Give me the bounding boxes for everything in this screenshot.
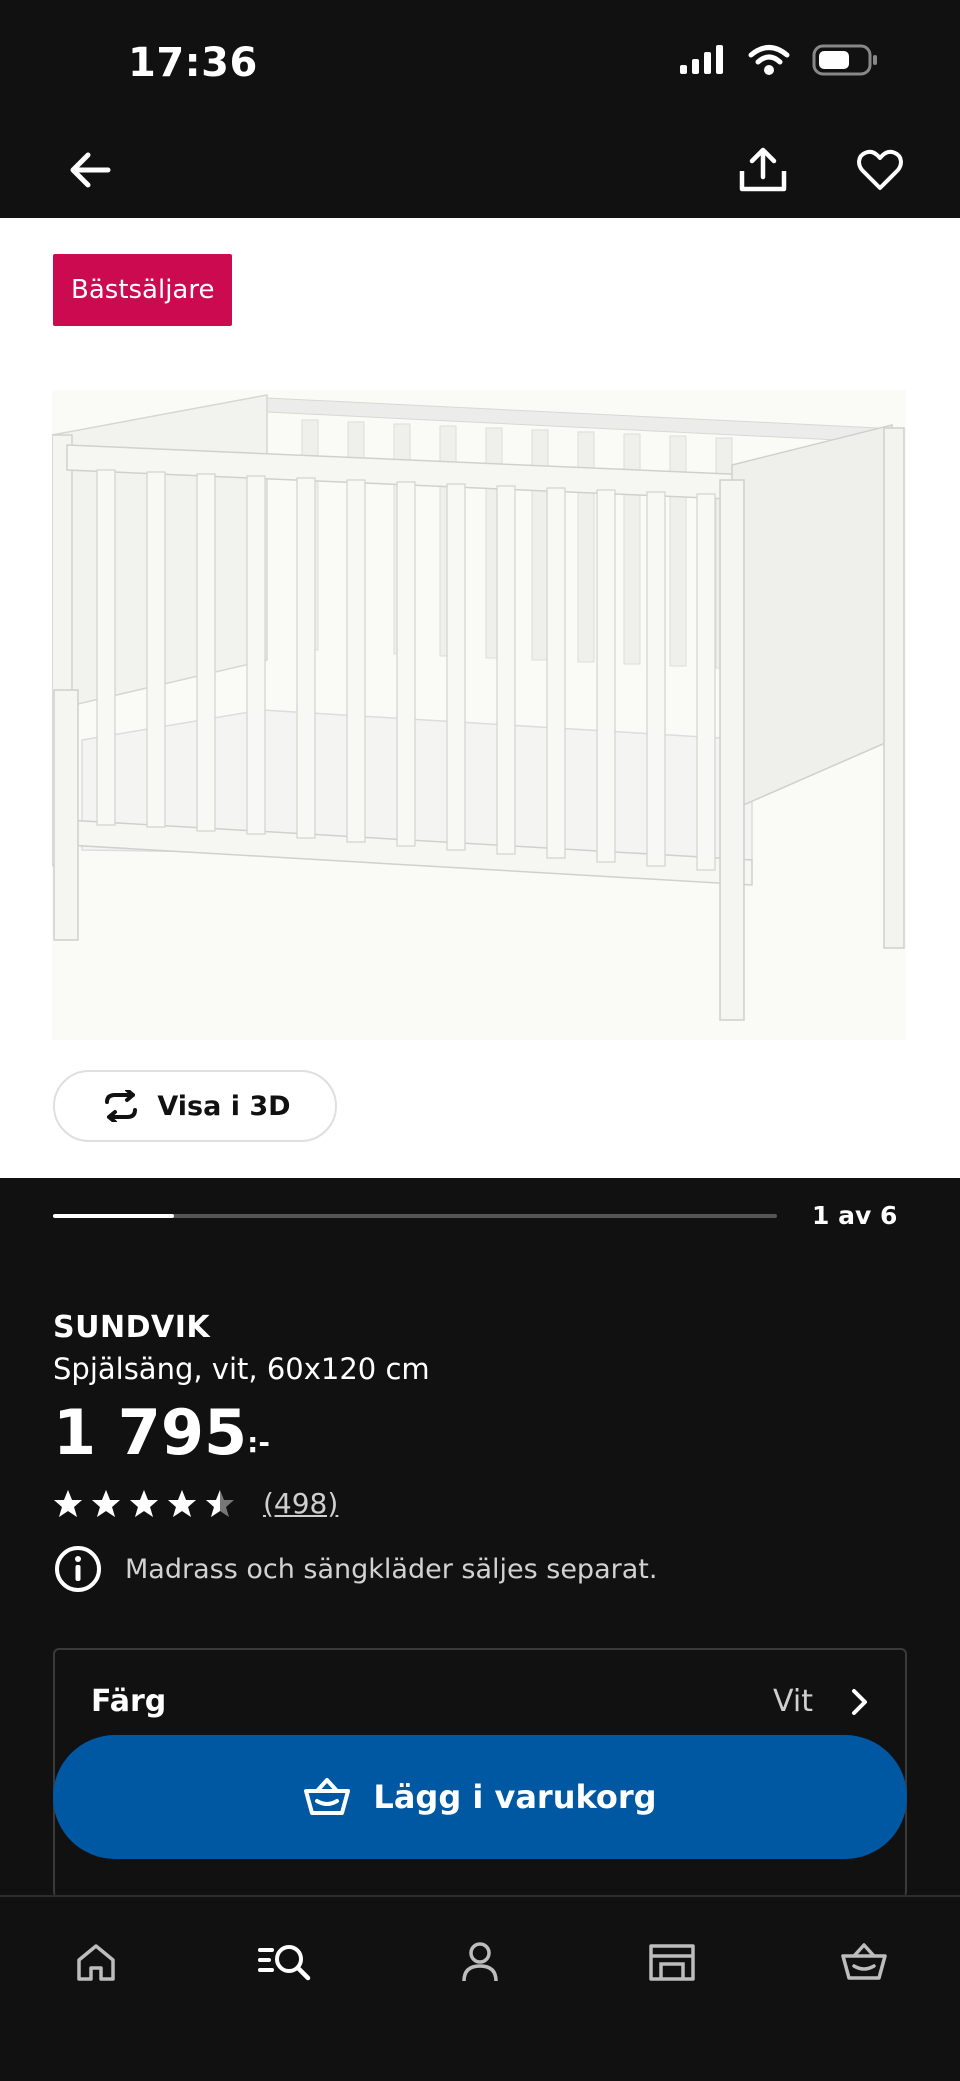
share-button[interactable] <box>733 140 793 200</box>
tab-home[interactable] <box>56 1927 136 1997</box>
bestseller-badge: Bästsäljare <box>53 254 233 326</box>
status-icons <box>678 44 878 76</box>
tab-search[interactable] <box>246 1927 326 1997</box>
bottom-tab-bar <box>0 1895 960 2081</box>
notice-text: Madrass och sängkläder säljes separat. <box>125 1553 658 1585</box>
color-label: Färg <box>91 1684 167 1719</box>
store-icon <box>649 1944 695 1981</box>
star-full-icon <box>54 1489 82 1517</box>
rotate-3d-icon <box>105 1090 138 1122</box>
share-icon <box>739 147 787 192</box>
product-price: 1 795 :- <box>53 1396 270 1470</box>
home-icon <box>77 1944 115 1981</box>
status-time: 17:36 <box>128 40 258 86</box>
carousel-progress <box>53 1214 174 1218</box>
color-value: Vit <box>773 1684 813 1719</box>
carousel-track <box>53 1214 777 1218</box>
view-3d-label: Visa i 3D <box>157 1090 291 1122</box>
wifi-icon <box>748 45 790 75</box>
review-count-link[interactable]: (498) <box>263 1487 338 1520</box>
price-suffix: :- <box>247 1426 270 1459</box>
battery-icon <box>812 44 877 76</box>
basket-icon <box>841 1943 887 1980</box>
tab-profile[interactable] <box>440 1927 520 1997</box>
chevron-right-icon <box>852 1688 867 1715</box>
product-image-area: Bästsäljare Visa i 3D <box>0 218 960 1178</box>
favorite-button[interactable] <box>850 140 910 200</box>
crib-illustration <box>51 394 905 1021</box>
product-rating[interactable]: (498) <box>53 1487 338 1520</box>
tab-store[interactable] <box>632 1927 712 1997</box>
star-full-icon <box>130 1489 158 1517</box>
heart-icon <box>857 149 903 190</box>
carousel-counter: 1 av 6 <box>812 1201 898 1230</box>
price-amount: 1 795 <box>53 1396 248 1469</box>
basket-icon <box>304 1778 351 1815</box>
star-half-icon <box>206 1489 234 1517</box>
info-icon <box>55 1546 101 1592</box>
signal-icon <box>680 45 723 74</box>
product-image[interactable] <box>51 390 906 1040</box>
search-icon <box>258 1945 311 1981</box>
product-brand: SUNDVIK <box>53 1310 211 1345</box>
status-bar: 17:36 <box>0 0 960 110</box>
tab-basket[interactable] <box>824 1927 904 1997</box>
star-full-icon <box>92 1489 120 1517</box>
star-full-icon <box>168 1489 196 1517</box>
add-to-cart-label: Lägg i varukorg <box>373 1778 657 1816</box>
color-selector[interactable]: Färg Vit <box>91 1684 871 1719</box>
product-description: Spjälsäng, vit, 60x120 cm <box>53 1352 430 1386</box>
product-notice: Madrass och sängkläder säljes separat. <box>53 1544 657 1594</box>
profile-icon <box>462 1942 498 1982</box>
arrow-left-icon <box>70 152 111 188</box>
view-3d-button[interactable]: Visa i 3D <box>53 1070 337 1142</box>
add-to-cart-button[interactable]: Lägg i varukorg <box>53 1735 907 1859</box>
top-nav <box>0 110 960 218</box>
rating-stars <box>53 1489 235 1519</box>
image-carousel-indicator: 1 av 6 <box>53 1201 953 1246</box>
back-button[interactable] <box>60 140 120 200</box>
